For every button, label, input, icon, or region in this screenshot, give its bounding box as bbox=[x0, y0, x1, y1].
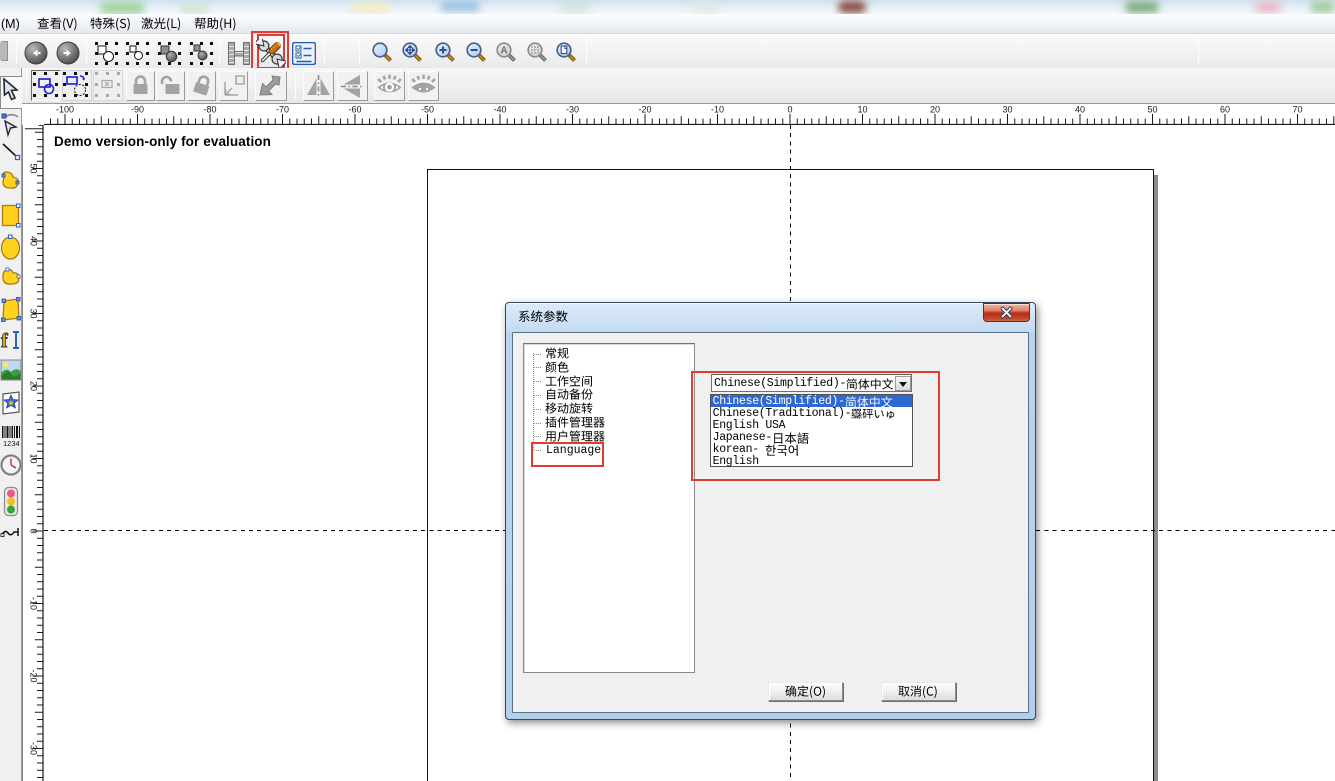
svg-text:-30: -30 bbox=[29, 741, 39, 754]
svg-text:-100: -100 bbox=[56, 105, 74, 115]
svg-text:f: f bbox=[1, 330, 8, 352]
svg-text:-40: -40 bbox=[493, 105, 506, 115]
svg-text:10: 10 bbox=[29, 453, 39, 463]
svg-text:60: 60 bbox=[1220, 105, 1230, 115]
svg-text:10: 10 bbox=[857, 105, 867, 115]
svg-text:-30: -30 bbox=[566, 105, 579, 115]
svg-text:40: 40 bbox=[1075, 105, 1085, 115]
svg-text:20: 20 bbox=[29, 380, 39, 390]
svg-text:-20: -20 bbox=[29, 669, 39, 682]
svg-text:30: 30 bbox=[29, 308, 39, 318]
svg-text:0: 0 bbox=[787, 105, 792, 115]
svg-text:70: 70 bbox=[1292, 105, 1302, 115]
svg-text:-60: -60 bbox=[348, 105, 361, 115]
svg-text:-10: -10 bbox=[29, 596, 39, 609]
svg-text:20: 20 bbox=[930, 105, 940, 115]
svg-text:-90: -90 bbox=[131, 105, 144, 115]
svg-text:-70: -70 bbox=[276, 105, 289, 115]
svg-text:-80: -80 bbox=[203, 105, 216, 115]
svg-text:0: 0 bbox=[29, 528, 39, 533]
svg-text:1234: 1234 bbox=[3, 439, 20, 448]
svg-text:-50: -50 bbox=[421, 105, 434, 115]
svg-text:-10: -10 bbox=[711, 105, 724, 115]
svg-text:-20: -20 bbox=[638, 105, 651, 115]
svg-text:40: 40 bbox=[29, 235, 39, 245]
svg-text:30: 30 bbox=[1002, 105, 1012, 115]
svg-text:50: 50 bbox=[29, 163, 39, 173]
svg-text:50: 50 bbox=[1147, 105, 1157, 115]
svg-text:A: A bbox=[500, 46, 507, 57]
